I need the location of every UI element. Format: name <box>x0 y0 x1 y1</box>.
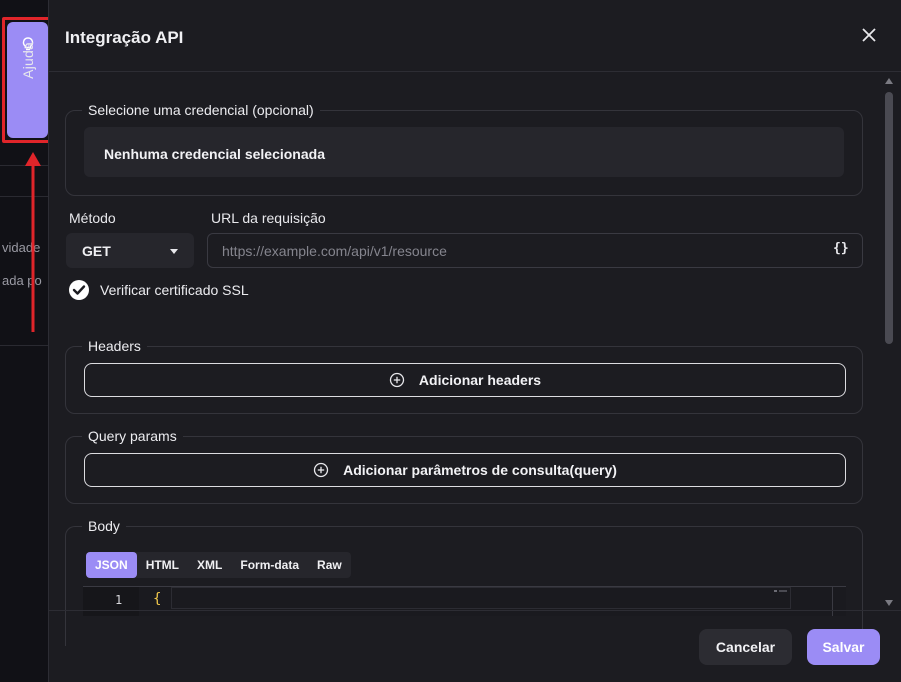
code-text: { <box>153 591 162 607</box>
ssl-checkbox[interactable] <box>69 280 89 300</box>
cancel-button[interactable]: Cancelar <box>699 629 792 665</box>
ssl-label: Verificar certificado SSL <box>100 282 249 298</box>
scroll-up-icon[interactable] <box>885 78 893 84</box>
add-headers-button[interactable]: Adicionar headers <box>84 363 846 397</box>
dialog-header: Integração API <box>49 0 901 72</box>
body-legend: Body <box>82 518 126 534</box>
save-button[interactable]: Salvar <box>807 629 880 665</box>
dialog-footer: Cancelar Salvar <box>49 610 901 682</box>
tab-form-data[interactable]: Form-data <box>231 552 308 578</box>
chevron-down-icon <box>170 249 178 254</box>
credential-select[interactable]: Nenhuma credencial selecionada <box>84 127 844 177</box>
dialog-scrollbar[interactable] <box>883 78 895 606</box>
close-icon[interactable] <box>860 26 878 44</box>
editor-minimap <box>774 590 787 592</box>
help-highlight-box <box>2 17 53 143</box>
tab-raw[interactable]: Raw <box>308 552 351 578</box>
method-value: GET <box>82 243 111 259</box>
api-integration-dialog: Integração API Selecione uma credencial … <box>48 0 901 682</box>
scrollbar-thumb[interactable] <box>885 92 893 344</box>
dialog-title: Integração API <box>65 28 184 47</box>
url-label: URL da requisição <box>211 210 326 226</box>
method-select[interactable]: GET <box>66 233 194 268</box>
tab-xml[interactable]: XML <box>188 552 231 578</box>
headers-section: Headers Adicionar headers <box>65 338 863 414</box>
tab-html[interactable]: HTML <box>137 552 188 578</box>
credential-legend: Selecione uma credencial (opcional) <box>82 102 320 118</box>
annotation-arrow-icon <box>25 152 41 332</box>
add-query-params-label: Adicionar parâmetros de consulta(query) <box>343 462 617 478</box>
braces-icon[interactable]: {} <box>833 241 849 256</box>
add-query-params-button[interactable]: Adicionar parâmetros de consulta(query) <box>84 453 846 487</box>
credential-section: Selecione uma credencial (opcional) Nenh… <box>65 102 863 196</box>
plus-circle-icon <box>389 372 405 388</box>
divider <box>0 345 50 346</box>
headers-legend: Headers <box>82 338 147 354</box>
credential-value: Nenhuma credencial selecionada <box>104 146 325 162</box>
check-icon <box>72 285 86 295</box>
method-label: Método <box>69 210 116 226</box>
tab-json[interactable]: JSON <box>86 552 137 578</box>
body-format-tabs: JSON HTML XML Form-data Raw <box>86 552 351 578</box>
query-params-legend: Query params <box>82 428 183 444</box>
url-input[interactable] <box>207 233 863 268</box>
line-number: 1 <box>115 593 123 607</box>
plus-circle-icon <box>313 462 329 478</box>
current-line-highlight <box>171 587 791 609</box>
add-headers-label: Adicionar headers <box>418 372 542 388</box>
query-params-section: Query params Adicionar parâmetros de con… <box>65 428 863 504</box>
scroll-down-icon[interactable] <box>885 600 893 606</box>
